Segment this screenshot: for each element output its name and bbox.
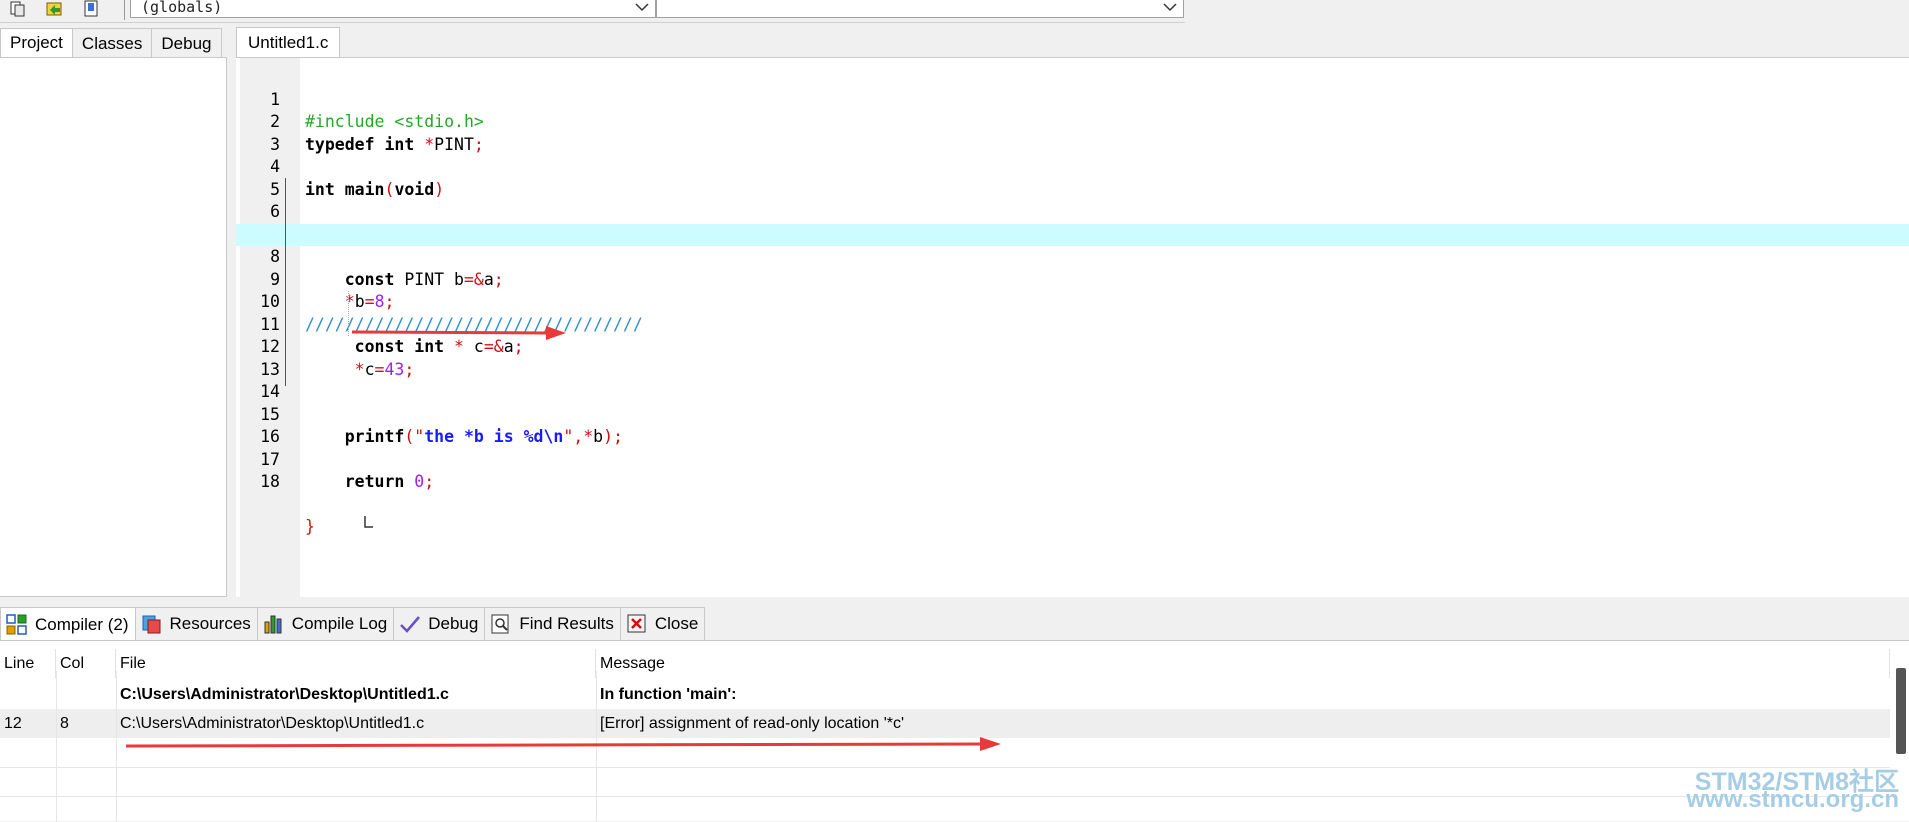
bar-chart-icon bbox=[262, 612, 286, 636]
code-line[interactable]: 7 bbox=[236, 201, 1909, 244]
insert-icon[interactable] bbox=[4, 0, 30, 18]
code-line[interactable]: 17 return 0; bbox=[236, 426, 1909, 492]
column-header-col[interactable]: Col bbox=[56, 649, 116, 678]
code-line[interactable]: 13 bbox=[236, 336, 1909, 379]
project-tree[interactable] bbox=[0, 57, 227, 597]
find-icon bbox=[489, 612, 513, 636]
code-line[interactable]: 9 *b=8; bbox=[236, 246, 1909, 312]
code-area[interactable]: 1 #include <stdio.h> 2 typedef int *PINT… bbox=[236, 66, 1909, 536]
code-line[interactable]: 11 const int * c=&a; bbox=[236, 291, 1909, 357]
tab-close[interactable]: Close bbox=[619, 607, 706, 640]
left-panel-tabs: Project Classes Debug bbox=[0, 28, 222, 58]
tab-compiler[interactable]: Compiler (2) bbox=[0, 607, 136, 641]
cell-line bbox=[0, 680, 56, 709]
cell-message: [Error] assignment of read-only location… bbox=[600, 715, 905, 732]
table-row[interactable]: C:\Users\Administrator\Desktop\Untitled1… bbox=[0, 680, 1890, 709]
code-line[interactable]: 16 bbox=[236, 404, 1909, 446]
column-header-file[interactable]: File bbox=[116, 649, 596, 678]
tab-label: Debug bbox=[428, 614, 479, 633]
scope-combo[interactable]: (globals) bbox=[130, 0, 656, 18]
chevron-down-icon bbox=[1163, 0, 1177, 14]
toolbar: (globals) bbox=[0, 0, 1185, 23]
code-line[interactable]: 1 #include <stdio.h> bbox=[236, 66, 1909, 132]
code-line[interactable]: 18 } bbox=[236, 449, 1909, 536]
code-line[interactable]: 5 { bbox=[236, 156, 1909, 244]
goto-icon[interactable] bbox=[42, 0, 68, 18]
member-combo[interactable] bbox=[656, 0, 1184, 18]
table-header: Line Col File Message bbox=[0, 649, 1890, 678]
tab-resources[interactable]: Resources bbox=[134, 607, 258, 640]
table-row-error[interactable]: 12 8 C:\Users\Administrator\Desktop\Unti… bbox=[0, 709, 1890, 738]
tab-label: Resources bbox=[169, 614, 251, 633]
tab-label: Find Results bbox=[519, 614, 614, 633]
watermark-url: www.stmcu.org.cn bbox=[1686, 786, 1899, 813]
code-editor[interactable]: 1 #include <stdio.h> 2 typedef int *PINT… bbox=[236, 57, 1909, 597]
tab-debug-output[interactable]: Debug bbox=[393, 607, 486, 640]
indent-guide bbox=[348, 291, 349, 336]
code-text: } bbox=[305, 517, 315, 536]
grid-line bbox=[56, 671, 57, 822]
resources-icon bbox=[140, 612, 164, 636]
tab-find-results[interactable]: Find Results bbox=[484, 607, 621, 640]
code-line[interactable]: 2 typedef int *PINT; bbox=[236, 89, 1909, 154]
column-header-line[interactable]: Line bbox=[0, 649, 56, 678]
code-line-current[interactable]: 8 const PINT b=&a; bbox=[236, 223, 1909, 289]
code-text: return 0; bbox=[344, 472, 435, 491]
code-line[interactable]: 3 bbox=[236, 111, 1909, 154]
tab-label: Compile Log bbox=[291, 614, 388, 633]
fold-end-icon bbox=[275, 494, 374, 528]
cell-file: C:\Users\Administrator\Desktop\Untitled1… bbox=[120, 715, 425, 732]
code-line[interactable]: 6 int a=23; bbox=[236, 179, 1909, 244]
line-number: 18 bbox=[260, 472, 280, 491]
compiler-messages: Line Col File Message C:\Users\Administr… bbox=[0, 640, 1909, 822]
tab-project[interactable]: Project bbox=[0, 28, 73, 58]
bookmark-icon[interactable] bbox=[78, 0, 104, 18]
cell-col bbox=[56, 680, 116, 709]
code-line[interactable]: 4 int main(void) bbox=[236, 134, 1909, 199]
tab-untitled1-c[interactable]: Untitled1.c bbox=[236, 27, 341, 58]
tab-classes[interactable]: Classes bbox=[71, 28, 153, 57]
grid-icon bbox=[5, 613, 29, 637]
check-icon bbox=[398, 612, 422, 636]
fold-line bbox=[285, 178, 286, 386]
grid-line bbox=[116, 671, 117, 822]
bottom-panel-tabs: Compiler (2) Resources Compile Log Debug… bbox=[0, 607, 706, 641]
code-line[interactable]: 12 *c=43; bbox=[236, 314, 1909, 379]
chevron-down-icon bbox=[635, 0, 649, 14]
grid-line bbox=[596, 671, 597, 822]
code-line[interactable]: 10 ////////////////////////////////// bbox=[236, 269, 1909, 334]
close-icon bbox=[625, 612, 649, 636]
grid-line bbox=[0, 796, 1890, 797]
tab-debug[interactable]: Debug bbox=[151, 28, 222, 57]
cell-col: 8 bbox=[60, 715, 69, 732]
tab-label: Compiler (2) bbox=[35, 614, 129, 634]
cell-line: 12 bbox=[4, 715, 22, 732]
scope-combo-value: (globals) bbox=[141, 0, 223, 16]
cell-message: In function 'main': bbox=[600, 686, 737, 703]
cell-file: C:\Users\Administrator\Desktop\Untitled1… bbox=[120, 686, 449, 703]
column-header-message[interactable]: Message bbox=[596, 649, 1890, 678]
tab-compile-log[interactable]: Compile Log bbox=[256, 607, 395, 640]
code-line[interactable]: 15 printf("the *b is %d\n",*b); bbox=[236, 381, 1909, 447]
messages-scrollbar[interactable] bbox=[1895, 668, 1907, 754]
code-line[interactable]: 14 bbox=[236, 359, 1909, 401]
toolbar-separator bbox=[124, 0, 125, 20]
scrollbar-thumb[interactable] bbox=[1896, 668, 1906, 754]
grid-line bbox=[0, 767, 1890, 768]
tab-label: Close bbox=[654, 614, 699, 633]
